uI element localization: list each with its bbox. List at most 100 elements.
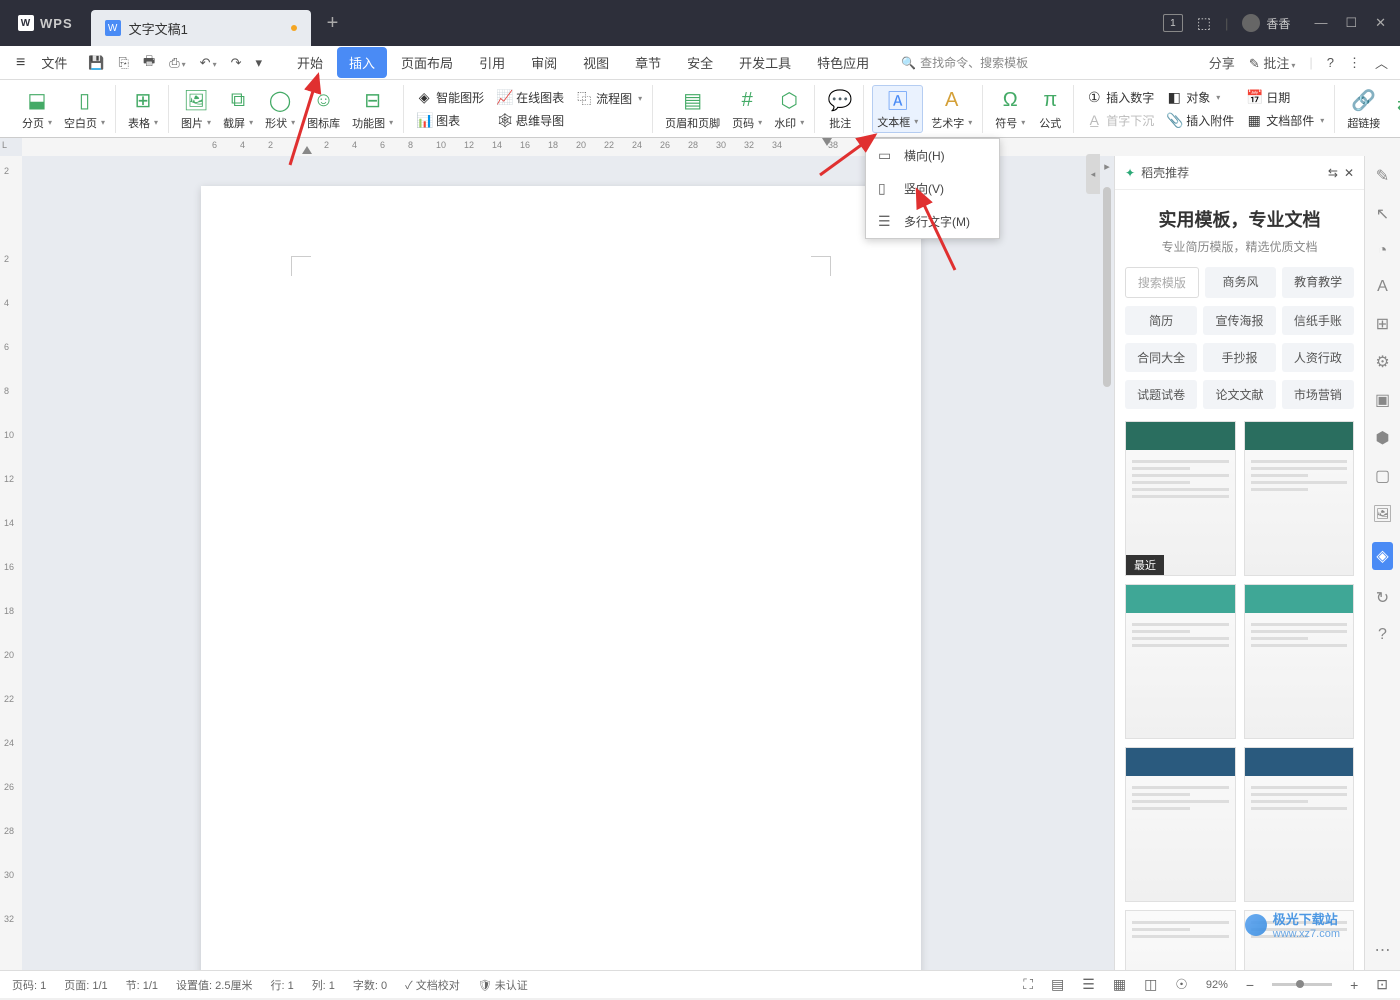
minimize-button[interactable]: — [1314, 15, 1327, 31]
maximize-button[interactable]: ☐ [1345, 15, 1357, 31]
tab-insert[interactable]: 插入 [337, 47, 387, 78]
status-proof[interactable]: ✓ 文档校对 [405, 977, 460, 993]
reading-mode-icon[interactable]: ◫ [1144, 976, 1157, 993]
feature-chart-button[interactable]: ⊟功能图 [348, 87, 397, 133]
status-section[interactable]: 节: 1/1 [126, 977, 158, 993]
status-setting[interactable]: 设置值: 2.5厘米 [176, 977, 252, 993]
document-tab[interactable]: W 文字文稿1 [91, 10, 311, 46]
template-tool-icon[interactable]: ◈ [1372, 542, 1392, 570]
panel-toggle-icon[interactable]: ▸ [1104, 160, 1110, 173]
save-icon[interactable]: 💾 [85, 52, 107, 74]
cat-hr[interactable]: 人资行政 [1282, 343, 1354, 372]
panel-close-icon[interactable]: ✕ [1344, 166, 1354, 180]
more-button[interactable]: ⇄ [1388, 91, 1400, 133]
print-direct-icon[interactable]: ⎙ [166, 52, 188, 74]
help-button[interactable]: ? [1327, 55, 1334, 70]
clipboard-tool-icon[interactable]: ◔ [1378, 242, 1388, 260]
shapes-button[interactable]: ◯形状 [261, 87, 299, 133]
print-preview-icon[interactable]: ⎘ [116, 52, 132, 74]
tab-references[interactable]: 引用 [467, 47, 517, 78]
view-outline-icon[interactable]: ☰ [1082, 976, 1095, 993]
doc-parts-button[interactable]: ▦文档部件 [1242, 110, 1328, 131]
template-item[interactable] [1125, 584, 1236, 739]
help-tool-icon[interactable]: ? [1378, 626, 1387, 644]
ruler-horizontal[interactable]: 64224681012141618202224262830323438 [22, 138, 1400, 156]
picture-button[interactable]: 🖼图片 [177, 87, 215, 133]
indent-marker-first[interactable] [302, 146, 312, 154]
scroll-thumb[interactable] [1103, 187, 1111, 387]
tab-review[interactable]: 审阅 [519, 47, 569, 78]
style-tool-icon[interactable]: A [1377, 278, 1388, 296]
tab-sections[interactable]: 章节 [623, 47, 673, 78]
status-line[interactable]: 行: 1 [270, 977, 293, 993]
undo-icon[interactable]: ↶ [197, 52, 220, 74]
badge-count[interactable]: 1 [1163, 14, 1183, 32]
qat-more[interactable]: ▾ [252, 52, 265, 74]
view-web-icon[interactable]: ▦ [1113, 976, 1126, 993]
tab-start[interactable]: 开始 [285, 47, 335, 78]
template-item[interactable] [1125, 747, 1236, 902]
search-tool-icon[interactable]: ▣ [1375, 390, 1390, 410]
template-item[interactable] [1244, 584, 1355, 739]
date-button[interactable]: 📅日期 [1242, 87, 1328, 108]
watermark-button[interactable]: ⬡水印 [770, 87, 808, 133]
cat-resume[interactable]: 简历 [1125, 306, 1197, 335]
image-tool-icon[interactable]: 🖼 [1372, 504, 1392, 524]
blank-page-button[interactable]: ▯空白页 [60, 87, 109, 133]
annotate-button[interactable]: ✎ 批注 [1249, 53, 1296, 72]
textbox-vertical-item[interactable]: ▯ 竖向(V) [866, 172, 999, 205]
panel-collapse-handle[interactable]: ◂ [1086, 154, 1100, 194]
cat-handout[interactable]: 手抄报 [1203, 343, 1275, 372]
status-col[interactable]: 列: 1 [312, 977, 335, 993]
settings-tool-icon[interactable]: ⚙ [1375, 352, 1389, 372]
cat-letter[interactable]: 信纸手账 [1282, 306, 1354, 335]
status-words[interactable]: 字数: 0 [353, 977, 387, 993]
online-chart-button[interactable]: 📈在线图表 [492, 87, 568, 108]
smart-graphic-button[interactable]: ◈智能图形 [412, 87, 488, 108]
new-tab-button[interactable]: + [311, 12, 355, 35]
redo-icon[interactable]: ↷ [228, 52, 245, 74]
zoom-out-icon[interactable]: − [1246, 977, 1254, 993]
header-footer-button[interactable]: ▤页眉和页脚 [661, 87, 724, 133]
user-area[interactable]: 香香 [1242, 14, 1290, 32]
zoom-slider[interactable] [1272, 983, 1332, 986]
screenshot-button[interactable]: ⧉截屏 [219, 87, 257, 133]
tab-pagelayout[interactable]: 页面布局 [389, 47, 465, 78]
layout-tool-icon[interactable]: ⊞ [1376, 314, 1389, 334]
cat-business[interactable]: 商务风 [1205, 267, 1277, 298]
cat-thesis[interactable]: 论文文献 [1203, 380, 1275, 409]
tab-security[interactable]: 安全 [675, 47, 725, 78]
template-item[interactable] [1244, 747, 1355, 902]
options-button[interactable]: ⋮ [1348, 55, 1361, 71]
page[interactable] [201, 186, 921, 970]
flowchart-button[interactable]: ⿻流程图 [572, 87, 646, 111]
share-button[interactable]: 分享 [1209, 53, 1235, 72]
insert-number-button[interactable]: ①插入数字 [1082, 87, 1158, 108]
cat-exam[interactable]: 试题试卷 [1125, 380, 1197, 409]
scrollbar-vertical[interactable]: ▸ [1100, 156, 1114, 970]
zoom-in-icon[interactable]: + [1350, 977, 1358, 993]
cat-poster[interactable]: 宣传海报 [1203, 306, 1275, 335]
object-button[interactable]: ◧对象 [1162, 87, 1238, 108]
comment-button[interactable]: 💬批注 [823, 87, 857, 133]
textbox-button[interactable]: 🄰文本框 [872, 85, 923, 133]
template-item[interactable] [1125, 910, 1236, 970]
tab-view[interactable]: 视图 [571, 47, 621, 78]
print-icon[interactable]: 🖶 [140, 49, 158, 77]
cat-education[interactable]: 教育教学 [1282, 267, 1354, 298]
icon-library-button[interactable]: ☺图标库 [303, 87, 344, 133]
ruler-vertical[interactable]: 22468101214161820222426283032 [0, 156, 22, 970]
view-page-icon[interactable]: ▤ [1051, 976, 1064, 993]
cat-contracts[interactable]: 合同大全 [1125, 343, 1197, 372]
mindmap-button[interactable]: 🕸思维导图 [492, 110, 568, 131]
tab-developer[interactable]: 开发工具 [727, 47, 803, 78]
textbox-horizontal-item[interactable]: ▭ 横向(H) [866, 139, 999, 172]
equation-button[interactable]: π公式 [1033, 87, 1067, 133]
command-search[interactable]: 🔍 查找命令、搜索模板 [901, 54, 1028, 71]
textbox-multiline-item[interactable]: ☰ 多行文字(M) [866, 205, 999, 238]
eye-protect-icon[interactable]: ☉ [1175, 976, 1188, 993]
history-tool-icon[interactable]: ↻ [1376, 588, 1389, 608]
hamburger-icon[interactable]: ≡ [12, 50, 29, 76]
template-item[interactable]: 最近 [1125, 421, 1236, 576]
symbol-button[interactable]: Ω符号 [991, 87, 1029, 133]
